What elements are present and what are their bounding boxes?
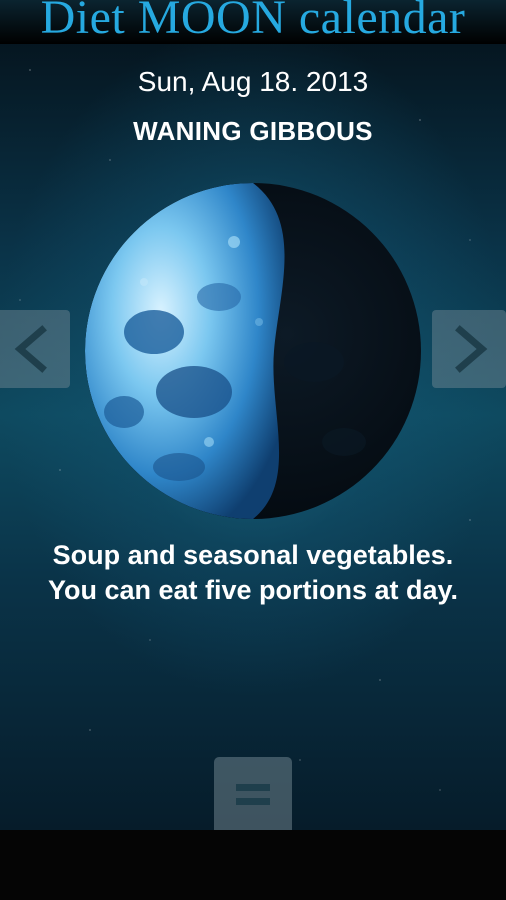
system-navigation-bar bbox=[0, 830, 506, 900]
app-title: Diet MOON calendar bbox=[0, 0, 506, 44]
next-day-button[interactable] bbox=[432, 310, 506, 388]
app-title-word-2: MOON bbox=[137, 0, 287, 44]
moon-phase-image bbox=[85, 183, 421, 519]
moon-phase-label: WANING GIBBOUS bbox=[133, 116, 373, 146]
menu-icon-bar-top bbox=[236, 784, 270, 791]
previous-day-button[interactable] bbox=[0, 310, 70, 388]
chevron-right-icon bbox=[455, 325, 488, 373]
diet-advice-line-2: You can eat five portions at day. bbox=[47, 575, 459, 605]
app-title-word-1: Diet bbox=[40, 0, 126, 44]
app-title-word-3: calendar bbox=[298, 0, 466, 44]
diet-advice: Soup and seasonal vegetables. You can ea… bbox=[0, 538, 506, 608]
chevron-left-icon bbox=[14, 325, 47, 373]
date-label: Sun, Aug 18. 2013 bbox=[137, 66, 369, 97]
app-screen: Diet MOON calendar Sun, Aug 18. 2013 WAN… bbox=[0, 0, 506, 900]
menu-button[interactable] bbox=[214, 757, 292, 831]
menu-icon-bar-bottom bbox=[236, 798, 270, 805]
diet-advice-line-1: Soup and seasonal vegetables. bbox=[52, 540, 454, 570]
